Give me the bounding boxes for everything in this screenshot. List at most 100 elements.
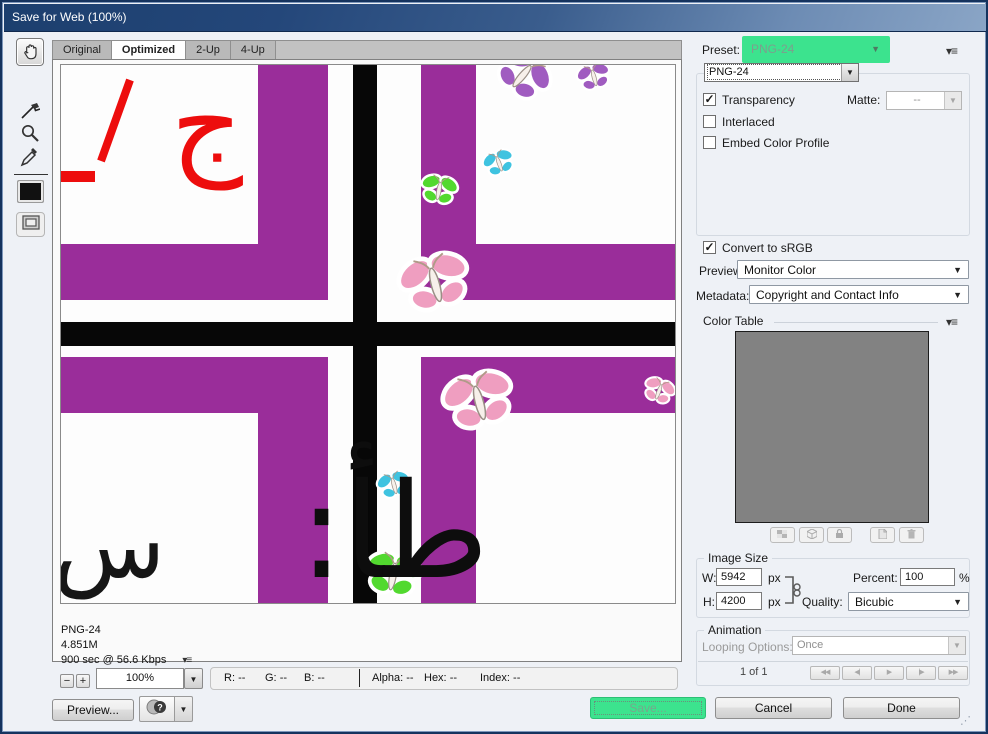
zoom-tool-button[interactable] — [18, 122, 42, 144]
eyedropper-tool-button[interactable] — [18, 146, 42, 168]
done-button[interactable]: Done — [843, 697, 960, 719]
previous-frame-button[interactable]: ◀| — [842, 666, 872, 680]
hand-tool-button[interactable] — [16, 38, 44, 66]
metadata-value: Copyright and Contact Info — [756, 288, 899, 302]
lock-color-button[interactable] — [827, 527, 852, 543]
web-shift-button[interactable] — [799, 527, 824, 543]
slice-select-tool-button[interactable] — [18, 100, 42, 122]
transparency-label: Transparency — [722, 93, 795, 107]
readout-r-label: R: — [224, 672, 235, 684]
looping-options-value: Once — [797, 639, 947, 651]
browser-select-button[interactable]: ? — [139, 696, 175, 722]
matte-value: -- — [891, 94, 943, 106]
quality-label: Quality: — [802, 595, 843, 609]
tl-border-horizontal — [61, 244, 328, 300]
status-menu-icon[interactable]: ▾≡ — [182, 655, 191, 666]
tool-divider — [14, 174, 48, 175]
format-arrow-icon: ▼ — [841, 64, 858, 81]
preset-value: PNG-24 — [751, 42, 794, 56]
tab-optimized[interactable]: Optimized — [112, 41, 186, 59]
readout-index-value: -- — [513, 672, 520, 684]
convert-to-srgb-checkbox[interactable]: ✓ — [703, 241, 716, 254]
resize-grip[interactable]: ⋰ — [960, 714, 974, 728]
width-unit: px — [768, 571, 781, 585]
svg-text:?: ? — [157, 702, 163, 712]
height-unit: px — [768, 595, 781, 609]
readout-alpha-value: -- — [406, 672, 413, 684]
quality-value: Bicubic — [855, 595, 894, 609]
snap-to-web-palette-button[interactable] — [770, 527, 795, 543]
convert-to-srgb-label: Convert to sRGB — [722, 241, 813, 255]
save-button[interactable]: Save... — [590, 697, 706, 719]
eyedropper-icon — [20, 147, 40, 167]
metadata-dropdown[interactable]: Copyright and Contact Info ▼ — [749, 285, 969, 304]
color-table-rule — [774, 322, 938, 323]
color-table-title: Color Table — [703, 314, 763, 328]
frame-status: 1 of 1 — [740, 666, 768, 678]
width-input[interactable] — [716, 568, 762, 586]
looping-options-label: Looping Options: — [702, 640, 793, 654]
tab-4up[interactable]: 4-Up — [231, 41, 276, 59]
optimize-status: PNG-24 4.851M 900 sec @ 56.6 Kbps▾≡ — [61, 623, 191, 668]
percent-input[interactable] — [900, 568, 955, 586]
preset-arrow-icon: ▼ — [871, 36, 880, 63]
delete-color-button[interactable] — [899, 527, 924, 543]
embed-color-profile-label: Embed Color Profile — [722, 136, 829, 150]
lock-icon — [835, 526, 844, 544]
preset-panel-menu-icon[interactable]: ▾≡ — [946, 44, 957, 58]
zoom-out-button[interactable]: − — [60, 674, 74, 688]
height-label: H: — [703, 595, 715, 609]
matte-label: Matte: — [847, 93, 880, 107]
new-color-button[interactable] — [870, 527, 895, 543]
matte-arrow-icon: ▼ — [944, 92, 961, 109]
zoom-level-field[interactable]: 100% — [96, 668, 184, 689]
browser-select-arrow[interactable]: ▼ — [175, 696, 193, 722]
preview-body: ج س طأ: — [52, 59, 682, 662]
height-input[interactable] — [716, 592, 762, 610]
animation-title: Animation — [704, 623, 765, 637]
embed-color-profile-checkbox[interactable] — [703, 136, 716, 149]
cancel-button[interactable]: Cancel — [715, 697, 832, 719]
color-table-swatches[interactable] — [735, 331, 929, 523]
cross-horizontal — [61, 322, 675, 346]
preview-in-browser-button[interactable]: Preview... — [52, 699, 134, 721]
eyedropper-color-swatch[interactable] — [17, 180, 44, 203]
metadata-label: Metadata: — [696, 289, 749, 303]
next-frame-button[interactable]: |▶ — [906, 666, 936, 680]
trash-icon — [907, 526, 916, 544]
constrain-link-icon[interactable] — [784, 574, 802, 611]
title-bar[interactable]: Save for Web (100%) — [4, 4, 986, 32]
transparency-checkbox[interactable]: ✓ — [703, 93, 716, 106]
quality-dropdown[interactable]: Bicubic ▼ — [848, 592, 969, 611]
zoom-in-button[interactable]: + — [76, 674, 90, 688]
zoom-level-dropdown-arrow[interactable]: ▼ — [184, 668, 203, 689]
readout-b-label: B: — [304, 672, 314, 684]
looping-options-dropdown[interactable]: Once ▼ — [792, 636, 966, 655]
play-button[interactable]: ▶ — [874, 666, 904, 680]
tab-2up[interactable]: 2-Up — [186, 41, 231, 59]
preview-mode-dropdown[interactable]: Monitor Color ▼ — [737, 260, 969, 279]
tab-original[interactable]: Original — [53, 41, 112, 59]
slices-visibility-icon — [22, 215, 40, 235]
preset-label: Preset: — [702, 43, 740, 57]
preset-dropdown[interactable]: PNG-24 ▼ — [742, 36, 890, 63]
last-frame-button[interactable]: ▶▶ — [938, 666, 968, 680]
new-item-icon — [878, 526, 887, 544]
format-dropdown[interactable]: PNG-24 ▼ — [704, 63, 859, 82]
metadata-arrow-icon: ▼ — [953, 290, 962, 300]
toggle-slices-button[interactable] — [16, 212, 45, 237]
browser-globe-icon: ? — [146, 698, 168, 721]
matte-dropdown[interactable]: -- ▼ — [886, 91, 962, 110]
status-rate: 900 sec @ 56.6 Kbps — [61, 654, 166, 666]
percent-unit: % — [959, 571, 970, 585]
readout-g-label: G: — [265, 672, 277, 684]
first-frame-button[interactable]: ◀◀ — [810, 666, 840, 680]
hand-icon — [20, 42, 40, 62]
status-format: PNG-24 — [61, 623, 191, 638]
interlaced-checkbox[interactable] — [703, 115, 716, 128]
optimized-image-preview[interactable]: ج س طأ: — [60, 64, 676, 604]
readout-g-value: -- — [280, 672, 287, 684]
readout-hex-label: Hex: — [424, 672, 447, 684]
color-table-menu-icon[interactable]: ▾≡ — [946, 315, 957, 329]
tl-red-dash — [61, 171, 95, 182]
